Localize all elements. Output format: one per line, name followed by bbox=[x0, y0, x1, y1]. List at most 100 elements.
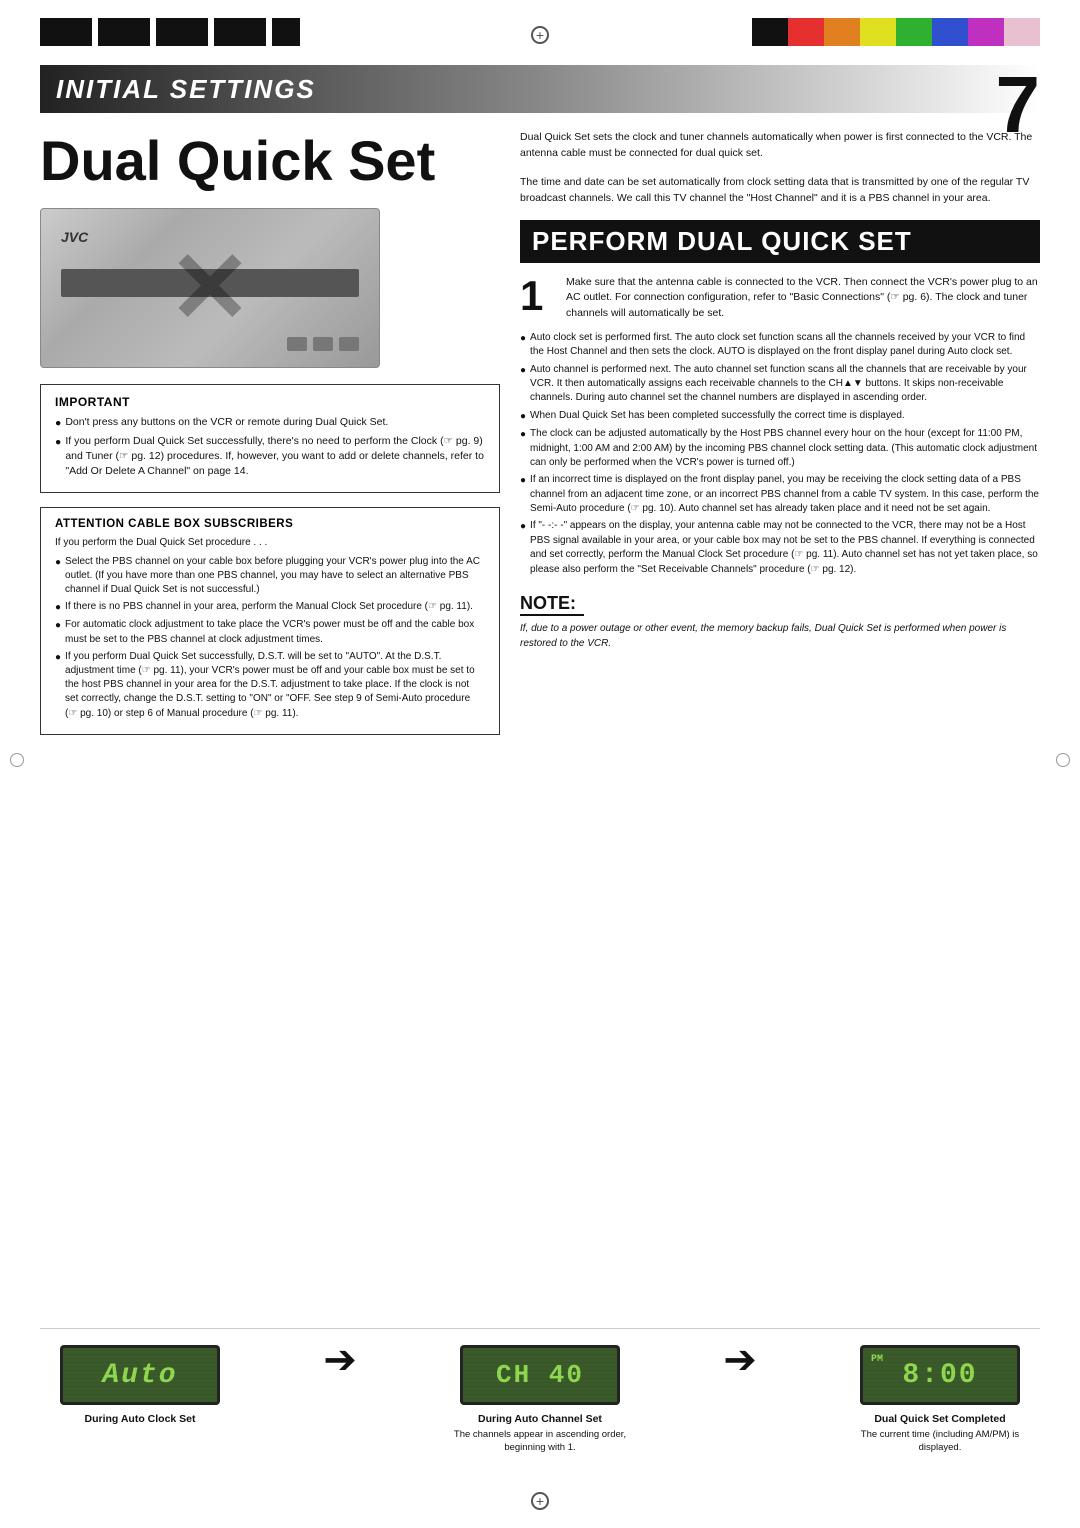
color-block-black bbox=[752, 18, 788, 46]
lcd-text-2: CH 40 bbox=[496, 1360, 584, 1390]
lcd-text-3: 8:00 bbox=[902, 1360, 977, 1391]
display-label-3: Dual Quick Set Completed bbox=[874, 1413, 1005, 1425]
vcr-image: JVC ✕ bbox=[40, 208, 380, 368]
display-item-2: CH 40 During Auto Channel Set The channe… bbox=[440, 1345, 640, 1455]
vcr-btn-1 bbox=[287, 337, 307, 351]
color-block-green bbox=[896, 18, 932, 46]
black-block-4 bbox=[214, 18, 266, 46]
black-block-2 bbox=[98, 18, 150, 46]
color-block-blue bbox=[932, 18, 968, 46]
perform-bullet-icon-4: ● bbox=[520, 428, 526, 470]
perform-header: PERFORM DUAL QUICK SET bbox=[520, 220, 1040, 263]
attention-box: ATTENTION CABLE BOX SUBSCRIBERS If you p… bbox=[40, 507, 500, 734]
lcd-text-1: Auto bbox=[102, 1360, 177, 1391]
arrow-icon-2: ➔ bbox=[723, 1337, 757, 1383]
important-text: ● Don't press any buttons on the VCR or … bbox=[55, 415, 485, 480]
perform-bullet-icon-2: ● bbox=[520, 364, 526, 406]
page-title: Dual Quick Set bbox=[40, 130, 500, 192]
top-color-bar bbox=[752, 18, 1040, 46]
perform-bullet-5-text: If an incorrect time is displayed on the… bbox=[530, 473, 1040, 516]
important-bullet-2-text: If you perform Dual Quick Set successful… bbox=[65, 434, 485, 480]
left-column: Dual Quick Set JVC ✕ IMPORTANT ● Don't p… bbox=[40, 130, 500, 735]
black-block-3 bbox=[156, 18, 208, 46]
perform-bullet-6: ● If "- -:- -" appears on the display, y… bbox=[520, 519, 1040, 577]
color-block-purple bbox=[968, 18, 1004, 46]
attention-text: If you perform the Dual Quick Set proced… bbox=[55, 536, 485, 720]
step-number-1: 1 bbox=[520, 275, 556, 321]
perform-bullet-3-text: When Dual Quick Set has been completed s… bbox=[530, 409, 905, 424]
important-box: IMPORTANT ● Don't press any buttons on t… bbox=[40, 384, 500, 494]
color-block-pink bbox=[1004, 18, 1040, 46]
note-title: NOTE: bbox=[520, 593, 584, 616]
important-bullet-1: ● Don't press any buttons on the VCR or … bbox=[55, 415, 485, 431]
perform-title: PERFORM DUAL QUICK SET bbox=[532, 226, 912, 256]
top-black-bar bbox=[40, 18, 300, 46]
attention-bullet-2: ● If there is no PBS channel in your are… bbox=[55, 600, 485, 615]
arrow-icon-1: ➔ bbox=[323, 1337, 357, 1383]
perform-bullet-1-text: Auto clock set is performed first. The a… bbox=[530, 331, 1040, 360]
attention-bullet-icon-1: ● bbox=[55, 556, 61, 598]
arrow-2: ➔ bbox=[723, 1345, 757, 1391]
bullet-icon-2: ● bbox=[55, 435, 61, 480]
black-block-1 bbox=[40, 18, 92, 46]
main-content: Dual Quick Set JVC ✕ IMPORTANT ● Don't p… bbox=[40, 130, 1040, 1468]
vcr-x-mark: ✕ bbox=[168, 238, 252, 338]
perform-bullet-icon-1: ● bbox=[520, 332, 526, 360]
registration-mark-top bbox=[531, 26, 549, 44]
attention-bullet-4: ● If you perform Dual Quick Set successf… bbox=[55, 650, 485, 721]
right-column: Dual Quick Set sets the clock and tuner … bbox=[520, 130, 1040, 651]
attention-bullet-icon-4: ● bbox=[55, 651, 61, 721]
initial-settings-label: INITIAL SETTINGS bbox=[56, 74, 316, 105]
display-sublabel-2: The channels appear in ascending order, … bbox=[440, 1429, 640, 1455]
display-label-2: During Auto Channel Set bbox=[478, 1413, 602, 1425]
attention-bullet-1-text: Select the PBS channel on your cable box… bbox=[65, 555, 485, 598]
perform-bullet-1: ● Auto clock set is performed first. The… bbox=[520, 331, 1040, 360]
vcr-controls bbox=[287, 337, 359, 351]
attention-bullet-icon-3: ● bbox=[55, 619, 61, 646]
note-text: If, due to a power outage or other event… bbox=[520, 622, 1040, 651]
important-bullet-1-text: Don't press any buttons on the VCR or re… bbox=[65, 415, 388, 431]
attention-bullet-2-text: If there is no PBS channel in your area,… bbox=[65, 600, 473, 615]
display-label-1: During Auto Clock Set bbox=[84, 1413, 195, 1425]
perform-bullet-4-text: The clock can be adjusted automatically … bbox=[530, 427, 1040, 470]
lcd-display-3: PM 8:00 bbox=[860, 1345, 1020, 1405]
perform-bullet-2: ● Auto channel is performed next. The au… bbox=[520, 363, 1040, 406]
vcr-brand-label: JVC bbox=[61, 229, 88, 245]
intro-para-1: Dual Quick Set sets the clock and tuner … bbox=[520, 130, 1040, 161]
display-item-3: PM 8:00 Dual Quick Set Completed The cur… bbox=[840, 1345, 1040, 1455]
attention-bullet-3: ● For automatic clock adjustment to take… bbox=[55, 618, 485, 646]
important-bullet-2: ● If you perform Dual Quick Set successf… bbox=[55, 434, 485, 480]
attention-intro: If you perform the Dual Quick Set proced… bbox=[55, 536, 485, 550]
perform-bullets: ● Auto clock set is performed first. The… bbox=[520, 331, 1040, 577]
important-title: IMPORTANT bbox=[55, 395, 485, 409]
vcr-btn-2 bbox=[313, 337, 333, 351]
initial-settings-banner: INITIAL SETTINGS bbox=[40, 65, 1040, 113]
attention-bullet-4-text: If you perform Dual Quick Set successful… bbox=[65, 650, 485, 721]
registration-mark-bottom bbox=[531, 1492, 549, 1510]
note-section: NOTE: If, due to a power outage or other… bbox=[520, 593, 1040, 651]
right-reg-mark bbox=[1056, 753, 1070, 767]
display-item-1: Auto During Auto Clock Set bbox=[40, 1345, 240, 1429]
intro-para-2: The time and date can be set automatical… bbox=[520, 175, 1040, 206]
perform-bullet-5: ● If an incorrect time is displayed on t… bbox=[520, 473, 1040, 516]
arrow-1: ➔ bbox=[323, 1345, 357, 1391]
lcd-small-text-3: PM bbox=[871, 1354, 883, 1365]
color-block-orange bbox=[824, 18, 860, 46]
perform-bullet-icon-6: ● bbox=[520, 520, 526, 577]
attention-title: ATTENTION CABLE BOX SUBSCRIBERS bbox=[55, 518, 485, 530]
attention-bullet-icon-2: ● bbox=[55, 601, 61, 615]
left-reg-mark bbox=[10, 753, 24, 767]
step-1-row: 1 Make sure that the antenna cable is co… bbox=[520, 275, 1040, 321]
step-1-text: Make sure that the antenna cable is conn… bbox=[566, 275, 1040, 321]
perform-bullet-6-text: If "- -:- -" appears on the display, you… bbox=[530, 519, 1040, 577]
attention-bullet-3-text: For automatic clock adjustment to take p… bbox=[65, 618, 485, 646]
perform-bullet-2-text: Auto channel is performed next. The auto… bbox=[530, 363, 1040, 406]
lcd-display-2: CH 40 bbox=[460, 1345, 620, 1405]
black-block-5 bbox=[272, 18, 300, 46]
color-block-red bbox=[788, 18, 824, 46]
perform-bullet-4: ● The clock can be adjusted automaticall… bbox=[520, 427, 1040, 470]
lcd-display-1: Auto bbox=[60, 1345, 220, 1405]
color-block-yellow bbox=[860, 18, 896, 46]
display-sublabel-3: The current time (including AM/PM) is di… bbox=[840, 1429, 1040, 1455]
attention-bullet-1: ● Select the PBS channel on your cable b… bbox=[55, 555, 485, 598]
